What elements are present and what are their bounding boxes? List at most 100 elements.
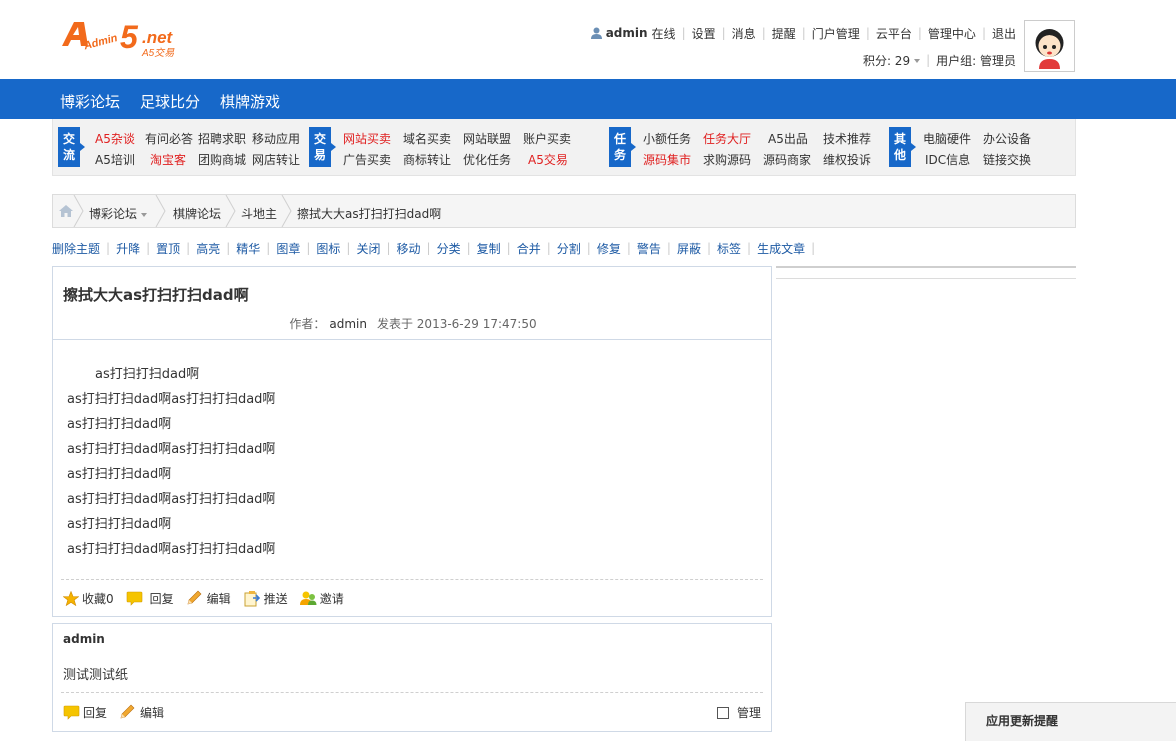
username-link[interactable]: admin bbox=[606, 26, 648, 40]
tag-char: 务 bbox=[613, 148, 626, 162]
author-link[interactable]: admin bbox=[329, 317, 367, 331]
content-line: as打扫打扫dad啊as打扫打扫dad啊 bbox=[67, 392, 276, 407]
divider: | bbox=[926, 53, 931, 67]
category-link[interactable]: 账户买卖 bbox=[523, 130, 571, 147]
category-link[interactable]: 广告买卖 bbox=[343, 151, 391, 168]
mod-warn[interactable]: 警告 bbox=[637, 240, 661, 257]
category-link[interactable]: 优化任务 bbox=[463, 151, 511, 168]
mod-merge[interactable]: 合并 bbox=[517, 240, 541, 257]
category-link[interactable]: 淘宝客 bbox=[150, 151, 186, 168]
mod-classify[interactable]: 分类 bbox=[437, 240, 461, 257]
breadcrumb-item-forum[interactable]: 博彩论坛 bbox=[89, 205, 148, 222]
app-update-panel[interactable]: 应用更新提醒 bbox=[965, 702, 1176, 741]
star-icon bbox=[63, 590, 79, 606]
category-link[interactable]: IDC信息 bbox=[925, 151, 970, 168]
reply-reply-button[interactable]: 回复 bbox=[63, 704, 107, 721]
category-link[interactable]: 网店转让 bbox=[252, 151, 300, 168]
breadcrumb: 博彩论坛 棋牌论坛 斗地主 擦拭大大as打扫打扫dad啊 bbox=[52, 194, 1076, 228]
category-tag-exchange: 交 流 bbox=[58, 127, 85, 167]
messages-link[interactable]: 消息 bbox=[732, 25, 756, 42]
edit-label: 编辑 bbox=[140, 705, 165, 720]
edit-button[interactable]: 编辑 bbox=[186, 590, 231, 607]
site-logo[interactable]: Admin 5 .net A5交易 bbox=[58, 16, 188, 60]
category-link[interactable]: A5培训 bbox=[95, 151, 135, 168]
mod-icon[interactable]: 图标 bbox=[316, 240, 340, 257]
category-link[interactable]: 办公设备 bbox=[983, 130, 1031, 147]
category-link[interactable]: 网站联盟 bbox=[463, 130, 511, 147]
main-nav: 博彩论坛 足球比分 棋牌游戏 bbox=[0, 79, 1176, 119]
category-link[interactable]: 电脑硬件 bbox=[923, 130, 971, 147]
divider: | bbox=[721, 26, 726, 40]
mod-sticky[interactable]: 置顶 bbox=[156, 240, 180, 257]
category-link[interactable]: 移动应用 bbox=[252, 130, 300, 147]
online-status[interactable]: 在线 bbox=[652, 25, 676, 42]
divider: | bbox=[761, 26, 766, 40]
mod-generate-article[interactable]: 生成文章 bbox=[757, 240, 805, 257]
category-link[interactable]: A5交易 bbox=[528, 151, 568, 168]
category-link[interactable]: 网站买卖 bbox=[343, 130, 391, 147]
category-link[interactable]: 源码商家 bbox=[763, 151, 811, 168]
tag-char: 其 bbox=[893, 132, 906, 146]
mod-digest[interactable]: 精华 bbox=[236, 240, 260, 257]
portal-admin-link[interactable]: 门户管理 bbox=[812, 25, 860, 42]
category-link[interactable]: 技术推荐 bbox=[823, 130, 871, 147]
nav-item-football-scores[interactable]: 足球比分 bbox=[140, 91, 200, 112]
push-button[interactable]: 推送 bbox=[243, 590, 288, 607]
admin-center-link[interactable]: 管理中心 bbox=[928, 25, 976, 42]
mod-split[interactable]: 分割 bbox=[557, 240, 581, 257]
divider: | bbox=[981, 26, 986, 40]
category-link[interactable]: 域名买卖 bbox=[403, 130, 451, 147]
mod-highlight[interactable]: 高亮 bbox=[196, 240, 220, 257]
tag-char: 易 bbox=[313, 148, 326, 162]
points-dropdown[interactable]: 积分: 29 bbox=[863, 52, 921, 69]
category-link[interactable]: 维权投诉 bbox=[823, 151, 871, 168]
tag-char: 流 bbox=[62, 148, 75, 162]
settings-link[interactable]: 设置 bbox=[692, 25, 716, 42]
mod-repair[interactable]: 修复 bbox=[597, 240, 621, 257]
breadcrumb-item-subboard[interactable]: 斗地主 bbox=[241, 205, 277, 222]
category-link[interactable]: 源码集市 bbox=[643, 151, 691, 168]
notifications-link[interactable]: 提醒 bbox=[772, 25, 796, 42]
avatar[interactable] bbox=[1024, 20, 1075, 72]
breadcrumb-item-thread[interactable]: 擦拭大大as打扫打扫dad啊 bbox=[297, 205, 441, 222]
manage-checkbox[interactable]: 管理 bbox=[716, 704, 761, 721]
mod-move[interactable]: 移动 bbox=[397, 240, 421, 257]
user-group-link[interactable]: 用户组: 管理员 bbox=[936, 52, 1016, 69]
invite-button[interactable]: 邀请 bbox=[299, 590, 344, 607]
cloud-platform-link[interactable]: 云平台 bbox=[876, 25, 912, 42]
reply-edit-button[interactable]: 编辑 bbox=[119, 704, 164, 721]
category-link[interactable]: 链接交换 bbox=[983, 151, 1031, 168]
reply-author[interactable]: admin bbox=[63, 632, 105, 646]
logout-link[interactable]: 退出 bbox=[992, 25, 1016, 42]
category-link[interactable]: 任务大厅 bbox=[703, 130, 751, 147]
category-link[interactable]: 商标转让 bbox=[403, 151, 451, 168]
push-label: 推送 bbox=[263, 591, 288, 606]
breadcrumb-item-board[interactable]: 棋牌论坛 bbox=[173, 205, 221, 222]
nav-item-lottery-forum[interactable]: 博彩论坛 bbox=[60, 91, 120, 112]
favorite-button[interactable]: 收藏0 bbox=[63, 590, 114, 607]
nav-item-card-games[interactable]: 棋牌游戏 bbox=[220, 91, 280, 112]
content-line: as打扫打扫dad啊 bbox=[95, 367, 200, 382]
mod-delete-thread[interactable]: 删除主题 bbox=[52, 240, 100, 257]
divider: | bbox=[666, 241, 671, 255]
category-link[interactable]: 招聘求职 bbox=[198, 130, 246, 147]
category-link[interactable]: 求购源码 bbox=[703, 151, 751, 168]
mod-stamp[interactable]: 图章 bbox=[276, 240, 300, 257]
content-line: as打扫打扫dad啊 bbox=[67, 417, 172, 432]
category-link[interactable]: A5杂谈 bbox=[95, 130, 135, 147]
mod-ban[interactable]: 屏蔽 bbox=[677, 240, 701, 257]
mod-tags[interactable]: 标签 bbox=[717, 240, 741, 257]
thread-content: as打扫打扫dad啊 as打扫打扫dad啊as打扫打扫dad啊 as打扫打扫da… bbox=[67, 362, 757, 562]
mod-close[interactable]: 关闭 bbox=[356, 240, 380, 257]
manage-label: 管理 bbox=[736, 706, 761, 720]
reply-button[interactable]: 回复 bbox=[126, 590, 174, 607]
category-link[interactable]: A5出品 bbox=[768, 130, 808, 147]
category-link[interactable]: 团购商城 bbox=[198, 151, 246, 168]
mod-copy[interactable]: 复制 bbox=[477, 240, 501, 257]
checkbox[interactable] bbox=[716, 706, 729, 719]
category-link[interactable]: 小额任务 bbox=[643, 130, 691, 147]
category-link[interactable]: 有问必答 bbox=[145, 130, 193, 147]
divider: | bbox=[586, 241, 591, 255]
invite-label: 邀请 bbox=[319, 591, 344, 606]
mod-bump[interactable]: 升降 bbox=[116, 240, 140, 257]
